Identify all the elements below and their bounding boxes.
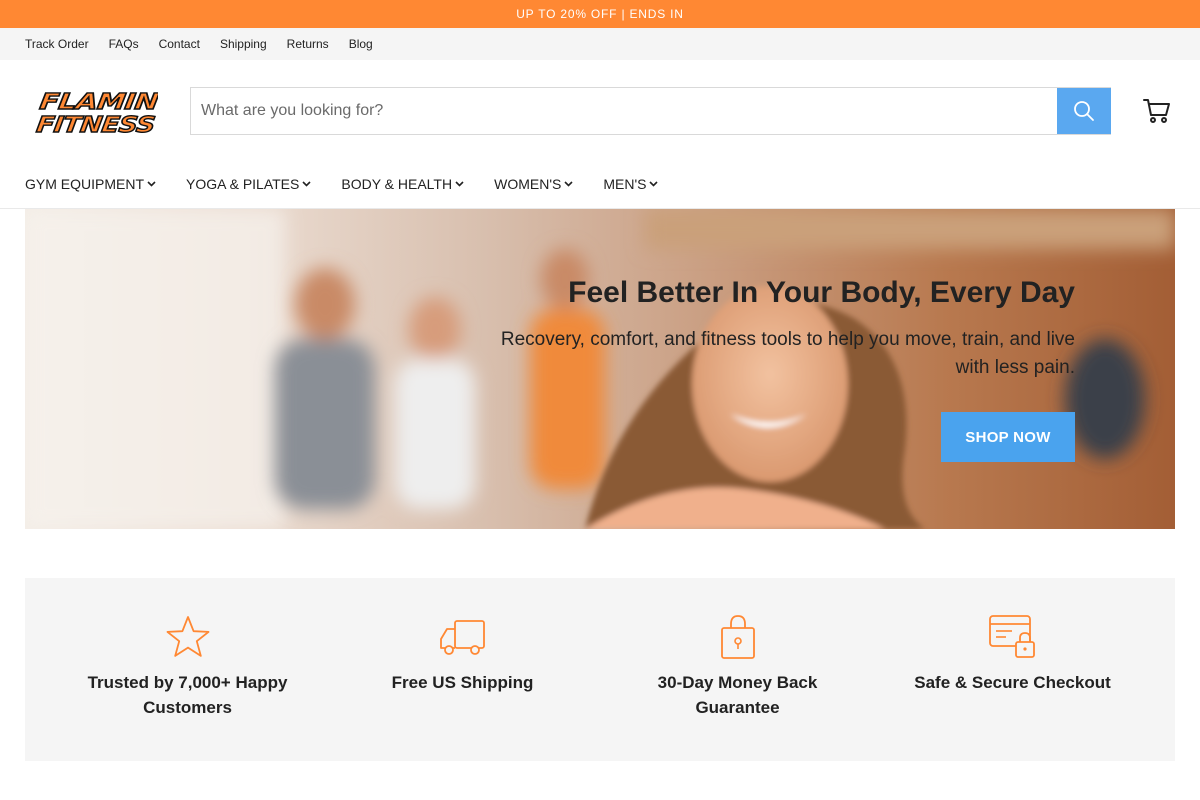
site-header: FLAMIN FITNESS: [0, 60, 1200, 160]
feature-label: 30-Day Money Back Guarantee: [657, 673, 818, 717]
nav-label: GYM EQUIPMENT: [25, 176, 145, 192]
logo-line2: FITNESS: [35, 112, 157, 135]
chevron-down-icon: [455, 181, 464, 187]
star-icon: [166, 616, 209, 657]
promo-bar: UP TO 20% OFF | ENDS IN: [0, 0, 1200, 28]
util-link-returns[interactable]: Returns: [287, 37, 329, 51]
chevron-down-icon: [564, 181, 573, 187]
nav-label: WOMEN'S: [494, 176, 562, 192]
main-nav: GYM EQUIPMENT YOGA & PILATES BODY & HEAL…: [0, 160, 1200, 209]
shop-now-button[interactable]: SHOP NOW: [941, 412, 1075, 462]
cart-icon: [1143, 99, 1170, 123]
logo-line1: FLAMIN: [38, 89, 158, 115]
brand-logo[interactable]: FLAMIN FITNESS: [34, 87, 162, 138]
feature-checkout: Safe & Secure Checkout: [875, 578, 1150, 761]
feature-guarantee: 30-Day Money Back Guarantee: [600, 578, 875, 761]
feature-label: Trusted by 7,000+ Happy Customers: [87, 673, 288, 717]
search-input[interactable]: [191, 88, 1057, 134]
util-link-track-order[interactable]: Track Order: [25, 37, 89, 51]
search-bar: [190, 87, 1111, 135]
nav-label: YOGA & PILATES: [186, 176, 300, 192]
logo-mark: FLAMIN FITNESS: [34, 88, 162, 138]
trust-features: Trusted by 7,000+ Happy Customers Free U…: [25, 578, 1175, 761]
secure-card-icon: [988, 615, 1035, 658]
feature-shipping: Free US Shipping: [325, 578, 600, 761]
search-button[interactable]: [1057, 88, 1111, 134]
chevron-down-icon: [302, 181, 311, 187]
nav-label: MEN'S: [603, 176, 647, 192]
hero-banner: Feel Better In Your Body, Every Day Reco…: [25, 209, 1175, 529]
nav-womens[interactable]: WOMEN'S: [494, 176, 573, 192]
nav-yoga-pilates[interactable]: YOGA & PILATES: [186, 176, 311, 192]
chevron-down-icon: [147, 181, 156, 187]
feature-trusted: Trusted by 7,000+ Happy Customers: [50, 578, 325, 761]
search-icon: [1074, 101, 1094, 121]
util-link-shipping[interactable]: Shipping: [220, 37, 267, 51]
util-link-faqs[interactable]: FAQs: [109, 37, 139, 51]
hero-title: Feel Better In Your Body, Every Day: [568, 276, 1075, 309]
promo-text: UP TO 20% OFF | ENDS IN: [516, 7, 684, 21]
cart-button[interactable]: [1142, 97, 1172, 125]
util-link-contact[interactable]: Contact: [159, 37, 200, 51]
nav-gym-equipment[interactable]: GYM EQUIPMENT: [25, 176, 156, 192]
utility-nav: Track Order FAQs Contact Shipping Return…: [0, 28, 1200, 60]
chevron-down-icon: [649, 181, 659, 187]
truck-icon: [439, 620, 485, 655]
feature-label: Free US Shipping: [391, 673, 534, 692]
nav-body-health[interactable]: BODY & HEALTH: [341, 176, 464, 192]
nav-mens[interactable]: MEN'S: [603, 176, 659, 192]
hero-subtitle: Recovery, comfort, and fitness tools to …: [500, 329, 1075, 378]
util-link-blog[interactable]: Blog: [349, 37, 373, 51]
lock-bag-icon: [720, 615, 755, 659]
feature-label: Safe & Secure Checkout: [914, 673, 1111, 692]
nav-label: BODY & HEALTH: [341, 176, 453, 192]
